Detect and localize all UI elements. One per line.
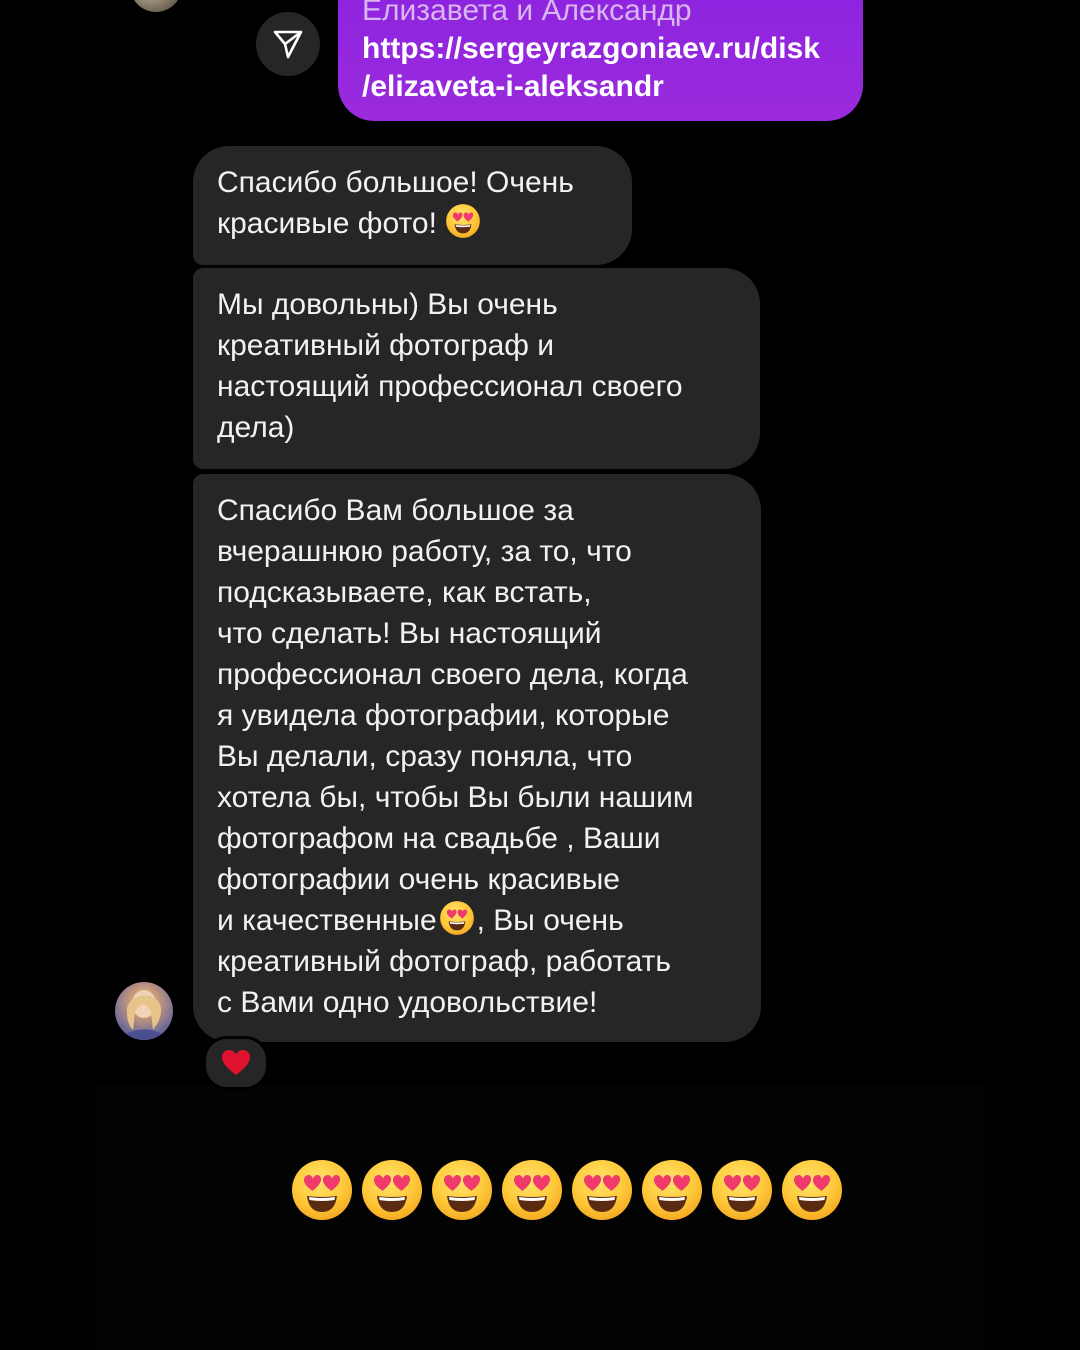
message-line: Спасибо Вам большое за — [217, 494, 574, 527]
contact-avatar[interactable] — [130, 0, 182, 12]
message-line: профессионал своего дела, когда — [217, 658, 688, 691]
message-line: и качественные — [217, 904, 437, 937]
message-line: подсказываете, как встать, — [217, 576, 592, 609]
incoming-message-bubble[interactable]: Спасибо большое! Очень красивые фото! — [193, 146, 632, 265]
heart-eyes-emoji-icon — [710, 1158, 774, 1222]
message-line: , — [476, 904, 494, 937]
message-line: дела) — [217, 411, 295, 444]
message-line: вчерашнюю работу, за то, что — [217, 535, 632, 568]
reaction-badge[interactable] — [203, 1036, 269, 1090]
incoming-message-bubble[interactable]: Спасибо Вам большое за вчерашнюю работу,… — [193, 474, 761, 1042]
share-button[interactable] — [256, 12, 320, 76]
message-line: креативный фотограф и — [217, 329, 555, 362]
heart-eyes-emoji-icon — [430, 1158, 494, 1222]
heart-eyes-emoji-icon — [439, 900, 475, 936]
message-line: Мы довольны) Вы очень — [217, 288, 558, 321]
heart-eyes-emoji-icon — [290, 1158, 354, 1222]
heart-eyes-emoji-icon — [500, 1158, 564, 1222]
heart-eyes-emoji-icon — [360, 1158, 424, 1222]
message-line: что сделать! Вы настоящий — [217, 617, 602, 650]
outgoing-message-bubble[interactable]: Елизавета и Александр https://sergeyrazg… — [338, 0, 863, 121]
message-line: я увидела фотографии, которые — [217, 699, 670, 732]
sender-avatar[interactable] — [115, 982, 173, 1040]
message-line: Вы делали, сразу поняла, что — [217, 740, 633, 773]
incoming-message-bubble[interactable]: Мы довольны) Вы очень креативный фотогра… — [193, 268, 760, 469]
red-heart-icon — [222, 1050, 250, 1075]
message-line: Вы очень — [493, 904, 624, 937]
message-line: хотела бы, чтобы Вы были нашим — [217, 781, 694, 814]
message-line: креативный фотограф, работать — [217, 945, 672, 978]
send-icon — [273, 30, 303, 59]
message-line: фотографии очень красивые — [217, 863, 620, 896]
emoji-row — [290, 1158, 844, 1222]
heart-eyes-emoji-icon — [445, 203, 481, 239]
heart-eyes-emoji-icon — [570, 1158, 634, 1222]
message-line: настоящий профессионал своего — [217, 370, 683, 403]
message-line: фотографом на свадьбе , Ваши — [217, 822, 661, 855]
message-line: красивые фото! — [217, 207, 437, 240]
message-line: Елизавета и Александр — [362, 0, 692, 27]
message-link-line[interactable]: https://sergeyrazgoniaev.ru/disk — [362, 30, 837, 68]
avatar-photo — [123, 990, 165, 1040]
heart-eyes-emoji-icon — [780, 1158, 844, 1222]
message-line: Спасибо большое! Очень — [217, 166, 574, 199]
heart-eyes-emoji-icon — [640, 1158, 704, 1222]
message-line: с Вами одно удовольствие! — [217, 986, 598, 1019]
message-link-line[interactable]: /elizaveta-i-aleksandr — [362, 68, 837, 106]
